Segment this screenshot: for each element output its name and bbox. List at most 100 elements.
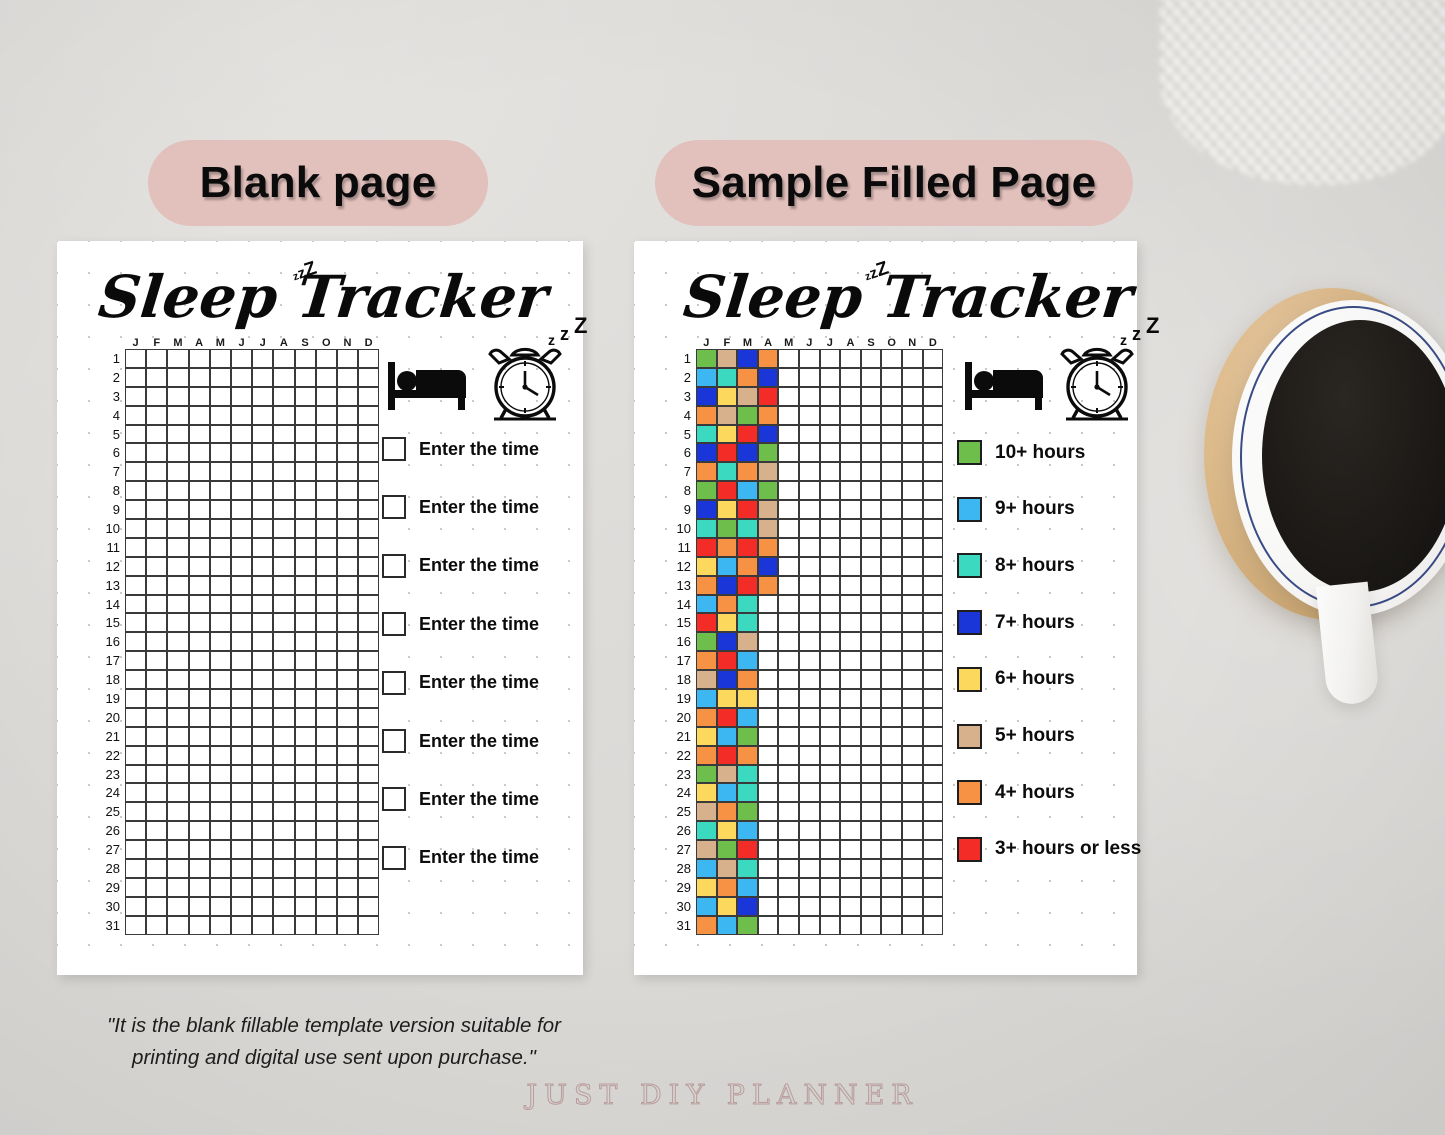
grid-cell[interactable] (860, 689, 882, 708)
grid-cell[interactable] (737, 651, 758, 671)
grid-cell[interactable] (860, 462, 882, 482)
grid-cell[interactable] (294, 462, 316, 482)
grid-cell[interactable] (798, 707, 820, 727)
grid-cell[interactable] (757, 896, 779, 916)
grid-cell[interactable] (840, 349, 861, 368)
grid-cell[interactable] (188, 689, 210, 708)
grid-cell[interactable] (188, 764, 210, 784)
grid-cell[interactable] (315, 462, 337, 482)
grid-cell[interactable] (798, 537, 820, 557)
grid-cell[interactable] (737, 367, 758, 387)
grid-cell[interactable] (294, 707, 316, 727)
grid-cell[interactable] (146, 367, 168, 387)
grid-cell[interactable] (716, 632, 738, 652)
grid-cell[interactable] (819, 462, 841, 482)
grid-cell[interactable] (273, 783, 295, 803)
grid-cell[interactable] (252, 821, 274, 841)
grid-cell[interactable] (840, 651, 861, 671)
grid-cell[interactable] (125, 386, 147, 406)
grid-cell[interactable] (315, 575, 337, 595)
grid-cell[interactable] (315, 896, 337, 916)
grid-cell[interactable] (716, 764, 738, 784)
grid-cell[interactable] (315, 424, 337, 444)
grid-cell[interactable] (252, 707, 274, 727)
grid-cell[interactable] (252, 670, 274, 690)
grid-cell[interactable] (273, 613, 295, 633)
grid-cell[interactable] (146, 726, 168, 746)
grid-cell[interactable] (860, 859, 882, 878)
grid-cell[interactable] (230, 386, 253, 406)
grid-cell[interactable] (294, 632, 316, 652)
grid-cell[interactable] (798, 689, 820, 708)
grid-cell[interactable] (716, 783, 738, 803)
grid-cell[interactable] (778, 537, 799, 557)
grid-cell[interactable] (696, 575, 717, 595)
grid-cell[interactable] (273, 764, 295, 784)
grid-cell[interactable] (230, 500, 253, 520)
grid-cell[interactable] (716, 556, 738, 576)
grid-cell[interactable] (273, 462, 295, 482)
grid-cell[interactable] (922, 405, 944, 425)
grid-cell[interactable] (819, 764, 841, 784)
grid-cell[interactable] (798, 367, 820, 387)
grid-cell[interactable] (798, 349, 820, 368)
grid-cell[interactable] (294, 575, 316, 595)
grid-cell[interactable] (860, 670, 882, 690)
grid-cell[interactable] (188, 859, 210, 878)
grid-cell[interactable] (209, 424, 231, 444)
grid-cell[interactable] (336, 481, 359, 501)
grid-cell[interactable] (167, 896, 189, 916)
grid-cell[interactable] (294, 519, 316, 538)
grid-cell[interactable] (167, 840, 189, 860)
grid-cell[interactable] (358, 726, 380, 746)
grid-cell[interactable] (716, 405, 738, 425)
grid-cell[interactable] (798, 500, 820, 520)
grid-cell[interactable] (273, 821, 295, 841)
grid-cell[interactable] (315, 783, 337, 803)
grid-cell[interactable] (922, 689, 944, 708)
grid-cell[interactable] (860, 424, 882, 444)
grid-cell[interactable] (294, 424, 316, 444)
grid-cell[interactable] (696, 859, 717, 878)
grid-cell[interactable] (696, 481, 717, 501)
grid-cell[interactable] (146, 896, 168, 916)
grid-cell[interactable] (358, 651, 380, 671)
grid-cell[interactable] (737, 537, 758, 557)
grid-cell[interactable] (798, 594, 820, 614)
grid-cell[interactable] (757, 783, 779, 803)
grid-cell[interactable] (230, 707, 253, 727)
grid-cell[interactable] (336, 443, 359, 463)
grid-cell[interactable] (230, 594, 253, 614)
grid-cell[interactable] (336, 670, 359, 690)
grid-cell[interactable] (798, 896, 820, 916)
grid-cell[interactable] (167, 537, 189, 557)
grid-cell[interactable] (716, 537, 738, 557)
grid-cell[interactable] (125, 670, 147, 690)
grid-cell[interactable] (819, 726, 841, 746)
grid-cell[interactable] (230, 689, 253, 708)
grid-cell[interactable] (840, 915, 861, 935)
grid-cell[interactable] (209, 670, 231, 690)
grid-cell[interactable] (737, 840, 758, 860)
grid-cell[interactable] (922, 594, 944, 614)
grid-cell[interactable] (294, 405, 316, 425)
grid-cell[interactable] (125, 689, 147, 708)
grid-cell[interactable] (778, 349, 799, 368)
grid-cell[interactable] (146, 424, 168, 444)
grid-cell[interactable] (778, 915, 799, 935)
grid-cell[interactable] (737, 726, 758, 746)
grid-cell[interactable] (881, 859, 902, 878)
grid-cell[interactable] (840, 481, 861, 501)
grid-cell[interactable] (273, 367, 295, 387)
grid-cell[interactable] (798, 519, 820, 538)
grid-cell[interactable] (840, 519, 861, 538)
grid-cell[interactable] (881, 575, 902, 595)
grid-cell[interactable] (881, 840, 902, 860)
grid-cell[interactable] (273, 594, 295, 614)
grid-cell[interactable] (778, 594, 799, 614)
grid-cell[interactable] (696, 594, 717, 614)
grid-cell[interactable] (230, 840, 253, 860)
grid-cell[interactable] (188, 462, 210, 482)
grid-cell[interactable] (696, 632, 717, 652)
grid-cell[interactable] (696, 386, 717, 406)
